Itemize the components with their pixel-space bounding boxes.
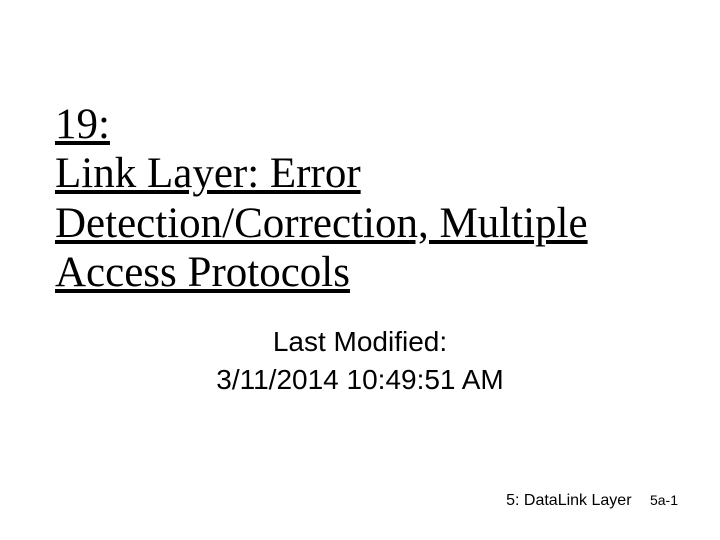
title-text: 19: Link Layer: Error Detection/Correcti… xyxy=(55,101,588,296)
slide-footer: 5: DataLink Layer 5a-1 xyxy=(506,492,678,510)
footer-chapter: 5: DataLink Layer xyxy=(506,492,631,509)
footer-page: 5a-1 xyxy=(650,492,678,508)
slide-title: 19: Link Layer: Error Detection/Correcti… xyxy=(55,100,675,298)
last-modified-label: Last Modified: xyxy=(0,326,720,358)
last-modified-date: 3/11/2014 10:49:51 AM xyxy=(0,364,720,396)
